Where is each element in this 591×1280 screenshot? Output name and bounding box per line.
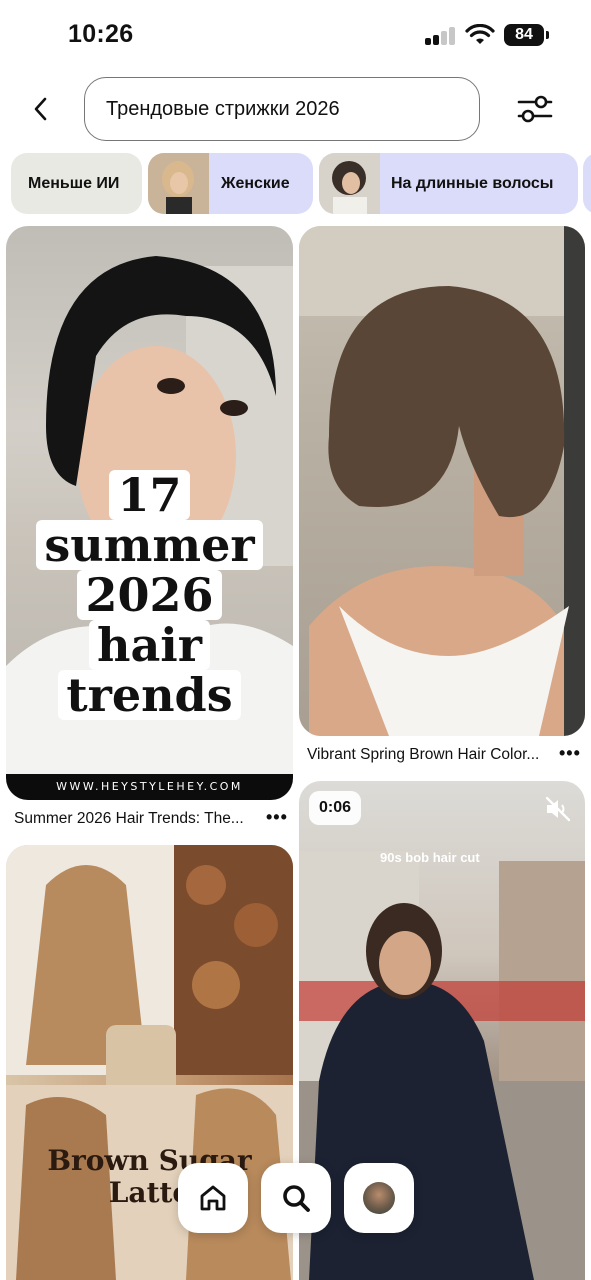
pin-photo bbox=[6, 845, 293, 1280]
sliders-icon bbox=[517, 95, 553, 123]
chip-thumbnail bbox=[148, 153, 209, 214]
chip-label: На длинные волосы bbox=[391, 175, 554, 192]
pin-caption[interactable]: Summer 2026 Hair Trends: The... bbox=[14, 810, 259, 828]
status-bar: 10:26 84 bbox=[0, 0, 591, 70]
pin-image[interactable]: Brown Sugar Latte bbox=[6, 845, 293, 1280]
search-query: Трендовые стрижки 2026 bbox=[106, 98, 340, 120]
muted-speaker-icon[interactable] bbox=[543, 795, 573, 823]
cellular-signal-icon bbox=[425, 27, 457, 45]
status-time: 10:26 bbox=[68, 20, 134, 48]
chip-long-hair[interactable]: На длинные волосы bbox=[319, 153, 578, 214]
overlay-line: 2026 bbox=[77, 570, 222, 620]
chip-label: Женские bbox=[221, 175, 290, 192]
overlay-line: summer bbox=[36, 520, 263, 570]
battery-indicator: 84 bbox=[504, 24, 549, 46]
nav-search-button[interactable] bbox=[261, 1163, 331, 1233]
chip-more[interactable] bbox=[583, 153, 591, 214]
video-overlay-text: 90s bob hair cut bbox=[380, 850, 480, 865]
video-duration-badge: 0:06 bbox=[309, 791, 361, 825]
home-icon bbox=[200, 1185, 226, 1211]
overlay-line: hair bbox=[89, 620, 210, 670]
more-options-button[interactable]: ••• bbox=[559, 743, 581, 764]
pin-overlay-title: 17 summer 2026 hair trends bbox=[6, 470, 293, 720]
filter-button[interactable] bbox=[512, 88, 558, 130]
back-button[interactable] bbox=[22, 90, 60, 128]
wifi-icon bbox=[465, 24, 495, 44]
pin-image[interactable]: 17 summer 2026 hair trends WWW.HEYSTYLEH… bbox=[6, 226, 293, 800]
pin-photo bbox=[299, 226, 585, 736]
chip-label: Меньше ИИ bbox=[28, 175, 120, 192]
chip-thumbnail bbox=[319, 153, 380, 214]
chip-less-ai[interactable]: Меньше ИИ bbox=[11, 153, 142, 214]
overlay-line: 17 bbox=[109, 470, 190, 520]
nav-home-button[interactable] bbox=[178, 1163, 248, 1233]
chip-women[interactable]: Женские bbox=[148, 153, 313, 214]
avatar bbox=[363, 1182, 395, 1214]
more-options-button[interactable]: ••• bbox=[266, 807, 288, 828]
overlay-line: trends bbox=[58, 670, 241, 720]
filter-chips: Меньше ИИ Женские На длинные волосы bbox=[0, 153, 591, 215]
search-icon bbox=[283, 1185, 310, 1212]
pin-image[interactable] bbox=[299, 226, 585, 736]
nav-profile-button[interactable] bbox=[344, 1163, 414, 1233]
chevron-left-icon bbox=[34, 97, 47, 121]
pin-caption[interactable]: Vibrant Spring Brown Hair Color... bbox=[307, 746, 552, 764]
pin-overlay-title: Brown Sugar Latte bbox=[47, 1144, 252, 1209]
pin-watermark: WWW.HEYSTYLEHEY.COM bbox=[6, 774, 293, 800]
search-input[interactable]: Трендовые стрижки 2026 bbox=[84, 77, 480, 141]
